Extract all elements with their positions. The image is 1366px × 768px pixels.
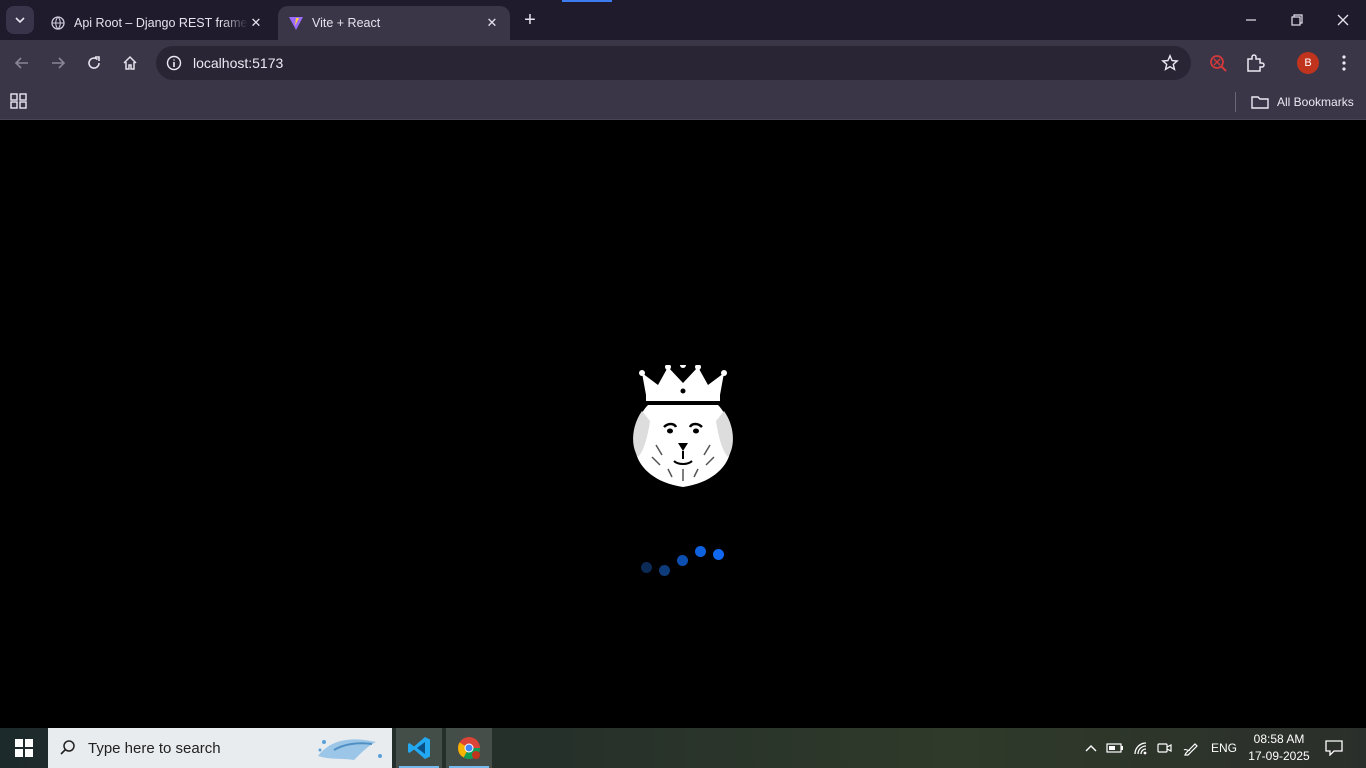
windows-logo-icon bbox=[15, 739, 33, 757]
tab-search-button[interactable] bbox=[6, 6, 34, 34]
new-tab-button[interactable]: + bbox=[518, 8, 542, 32]
wifi-icon[interactable] bbox=[1130, 728, 1152, 768]
close-icon bbox=[1337, 14, 1349, 26]
forward-button[interactable] bbox=[44, 49, 72, 77]
chrome-icon bbox=[458, 737, 480, 759]
search-placeholder: Type here to search bbox=[88, 739, 221, 757]
profile-avatar[interactable]: B bbox=[1297, 52, 1319, 74]
bookmark-star-icon[interactable] bbox=[1159, 52, 1181, 74]
taskbar-chrome[interactable] bbox=[446, 728, 492, 768]
taskbar-search-box[interactable]: Type here to search bbox=[48, 728, 392, 768]
windows-taskbar: Type here to search ENG 08:58 AM 17-09-2… bbox=[0, 728, 1366, 768]
all-bookmarks-button[interactable]: All Bookmarks bbox=[1251, 92, 1354, 112]
loader-dot bbox=[677, 555, 688, 566]
apps-grid-icon[interactable] bbox=[10, 92, 30, 112]
minimize-icon bbox=[1246, 19, 1256, 21]
extensions-puzzle-icon[interactable] bbox=[1243, 51, 1267, 75]
vscode-icon bbox=[408, 737, 430, 759]
loader-dot bbox=[641, 562, 652, 573]
meet-now-icon[interactable] bbox=[1154, 728, 1174, 768]
restore-icon bbox=[1291, 14, 1303, 26]
minimize-button[interactable] bbox=[1228, 0, 1274, 40]
home-button[interactable] bbox=[116, 49, 144, 77]
clock-date: 17-09-2025 bbox=[1248, 749, 1310, 763]
close-tab-icon[interactable]: ✕ bbox=[484, 15, 500, 31]
page-content bbox=[0, 121, 1366, 728]
search-icon bbox=[48, 728, 88, 768]
loading-spinner bbox=[636, 544, 736, 584]
crowned-dog-logo bbox=[633, 365, 733, 487]
pen-icon[interactable] bbox=[1180, 728, 1202, 768]
reload-button[interactable] bbox=[80, 49, 108, 77]
tab-indicator bbox=[562, 0, 612, 2]
all-bookmarks-label: All Bookmarks bbox=[1277, 95, 1354, 109]
start-button[interactable] bbox=[0, 728, 48, 768]
tab-title: Vite + React bbox=[312, 16, 381, 30]
chevron-down-icon bbox=[15, 17, 25, 24]
globe-icon bbox=[50, 15, 66, 31]
tab-vite-react[interactable]: Vite + React ✕ bbox=[278, 6, 510, 40]
tab-title: Api Root – Django REST framework bbox=[74, 16, 248, 30]
url-text[interactable]: localhost:5173 bbox=[193, 55, 283, 71]
notifications-icon[interactable] bbox=[1318, 728, 1350, 768]
bookmarks-bar: All Bookmarks bbox=[0, 86, 1366, 120]
loader-dot bbox=[713, 549, 724, 560]
clock-time: 08:58 AM bbox=[1253, 732, 1305, 746]
close-tab-icon[interactable]: ✕ bbox=[248, 15, 264, 31]
taskbar-clock[interactable]: 08:58 AM 17-09-2025 bbox=[1242, 731, 1316, 765]
restore-button[interactable] bbox=[1274, 0, 1320, 40]
back-arrow-icon bbox=[14, 57, 28, 69]
loader-dot bbox=[659, 565, 670, 576]
folder-icon bbox=[1251, 96, 1269, 109]
show-hidden-icons-button[interactable] bbox=[1082, 728, 1100, 768]
browser-tab-strip: Api Root – Django REST framework ✕ Vite … bbox=[0, 0, 1366, 40]
menu-kebab-icon[interactable] bbox=[1332, 51, 1356, 75]
language-indicator[interactable]: ENG bbox=[1208, 728, 1240, 768]
close-window-button[interactable] bbox=[1320, 0, 1366, 40]
browser-toolbar: localhost:5173 B bbox=[0, 40, 1366, 86]
bookmarks-divider bbox=[1235, 92, 1236, 112]
vite-icon bbox=[288, 15, 304, 31]
tab-api-root[interactable]: Api Root – Django REST framework ✕ bbox=[40, 6, 274, 40]
chevron-up-icon bbox=[1085, 745, 1097, 752]
taskbar-vscode[interactable] bbox=[396, 728, 442, 768]
battery-icon[interactable] bbox=[1104, 728, 1126, 768]
address-bar[interactable]: localhost:5173 bbox=[156, 46, 1191, 80]
reload-icon bbox=[88, 56, 100, 69]
search-highlight-image bbox=[318, 739, 382, 760]
home-icon bbox=[123, 55, 137, 70]
forward-arrow-icon bbox=[52, 57, 66, 69]
extension-blocked-icon[interactable] bbox=[1206, 51, 1230, 75]
back-button[interactable] bbox=[8, 49, 36, 77]
site-info-icon[interactable] bbox=[164, 53, 184, 73]
loader-dot bbox=[695, 546, 706, 557]
